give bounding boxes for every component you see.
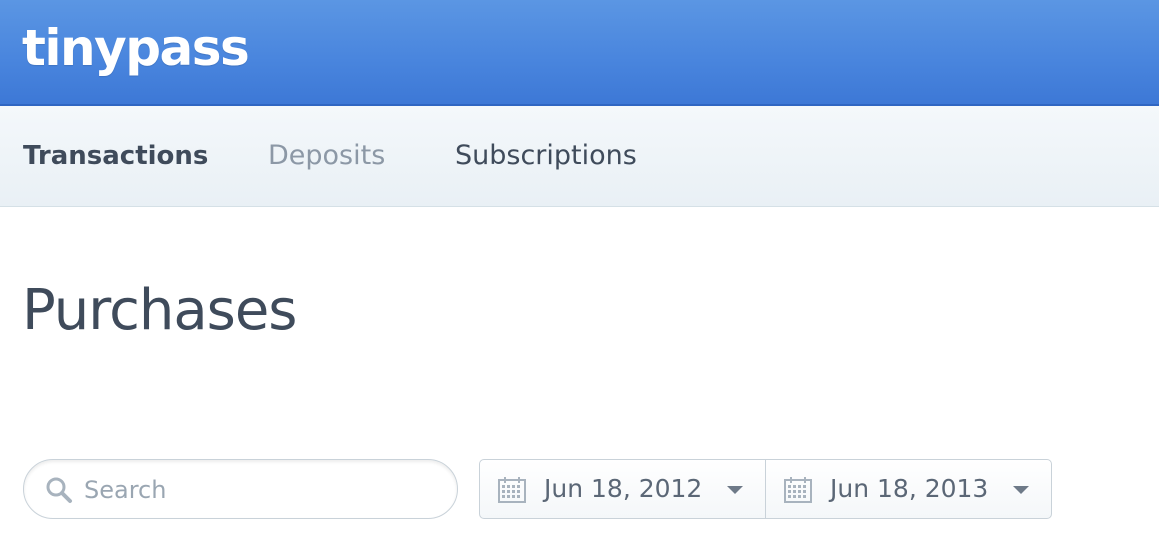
page-title: Purchases: [22, 278, 297, 343]
top-header: tinypass: [0, 0, 1159, 106]
chevron-down-icon: [727, 486, 743, 494]
logo-mark: [232, 40, 238, 42]
tab-transactions[interactable]: Transactions: [23, 138, 208, 174]
calendar-icon: [498, 477, 526, 503]
tab-subscriptions[interactable]: Subscriptions: [455, 138, 637, 174]
tab-deposits[interactable]: Deposits: [268, 138, 385, 174]
date-from-value: Jun 18, 2012: [544, 474, 703, 503]
date-to-value: Jun 18, 2013: [830, 474, 989, 503]
date-range-picker: Jun 18, 2012 Jun 18, 2013: [479, 459, 1052, 519]
search-input[interactable]: [84, 470, 444, 510]
chevron-down-icon: [1013, 486, 1029, 494]
search-icon: [46, 477, 72, 503]
search-box[interactable]: [23, 459, 458, 519]
calendar-icon: [784, 477, 812, 503]
date-to-field[interactable]: Jun 18, 2013: [766, 460, 1051, 518]
date-from-field[interactable]: Jun 18, 2012: [480, 460, 766, 518]
tinypass-logo[interactable]: tinypass: [22, 18, 250, 78]
